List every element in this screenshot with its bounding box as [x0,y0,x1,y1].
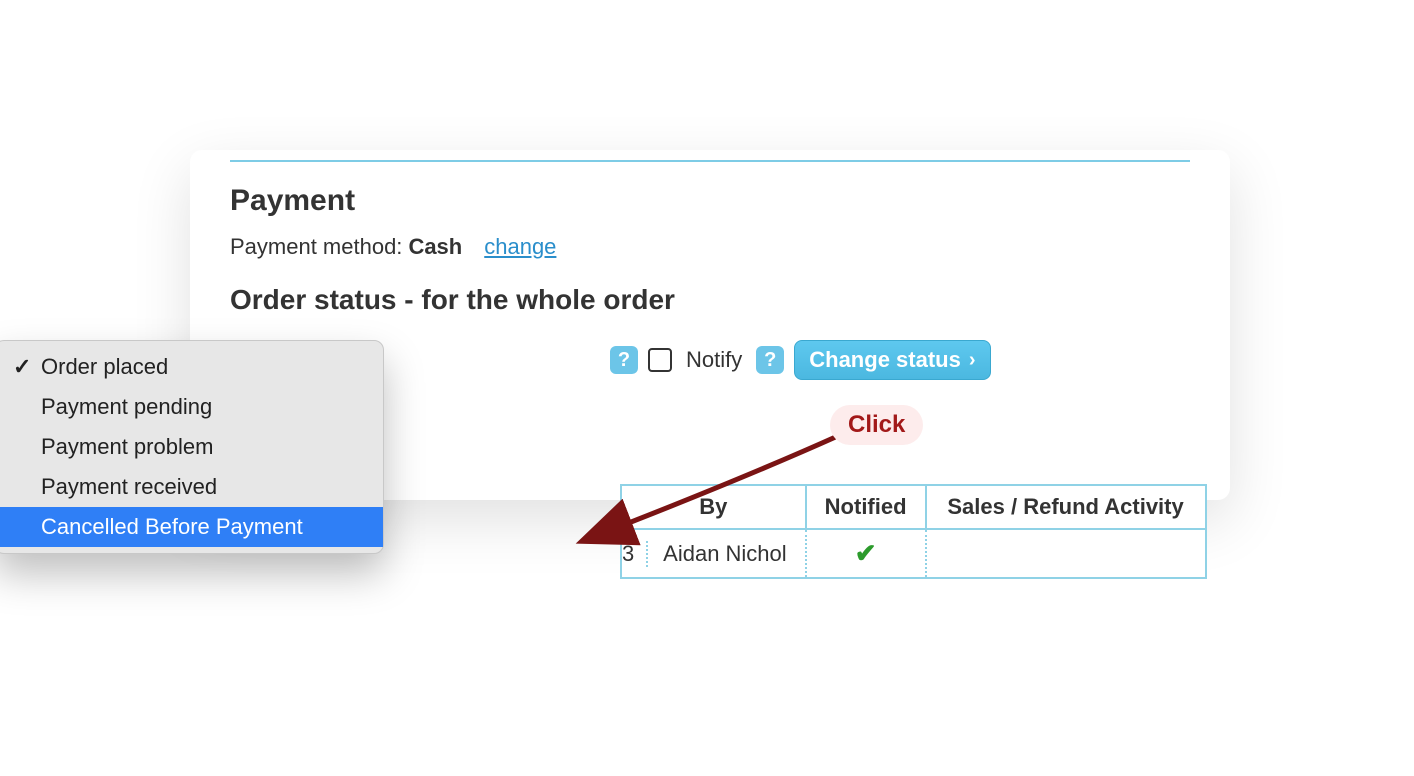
dropdown-item-payment-received[interactable]: Payment received [0,467,383,507]
status-history-table: By Notified Sales / Refund Activity 3 Ai… [620,484,1207,579]
status-dropdown[interactable]: ✓ Order placed Payment pending Payment p… [0,340,384,554]
partial-value: 3 [622,541,648,567]
chevron-right-icon: › [969,349,976,372]
notify-label: Notify [686,347,742,373]
help-icon[interactable]: ? [756,346,784,374]
change-status-button-label: Change status [809,347,961,373]
checkmark-icon: ✔ [825,538,907,569]
status-controls-row: ? Notify ? Change status › [610,340,1190,380]
dropdown-item-label: Order placed [41,354,168,380]
dropdown-item-label: Payment problem [41,434,213,460]
table-cell-by-value: Aidan Nichol [663,541,787,566]
dropdown-item-cancelled-before-payment[interactable]: Cancelled Before Payment [0,507,383,547]
dropdown-item-label: Payment received [41,474,217,500]
check-icon: ✓ [13,354,31,380]
payment-method-label: Payment method: [230,234,402,260]
table-header-row: By Notified Sales / Refund Activity [621,485,1206,529]
dropdown-item-order-placed[interactable]: ✓ Order placed [0,347,383,387]
table-cell-notified: ✔ [806,529,926,578]
table-header-by: By [621,485,806,529]
payment-method-value: Cash [408,234,462,260]
table-row: 3 Aidan Nichol ✔ [621,529,1206,578]
table-cell-activity [926,529,1206,578]
table-header-activity: Sales / Refund Activity [926,485,1206,529]
table-header-notified: Notified [806,485,926,529]
dropdown-item-payment-pending[interactable]: Payment pending [0,387,383,427]
notify-checkbox[interactable] [648,348,672,372]
change-status-button[interactable]: Change status › [794,340,990,380]
change-payment-link[interactable]: change [484,234,556,260]
payment-method-row: Payment method: Cash change [230,234,1190,260]
dropdown-item-payment-problem[interactable]: Payment problem [0,427,383,467]
dropdown-item-label: Payment pending [41,394,212,420]
order-status-subtitle: Order status - for the whole order [230,284,1190,316]
click-annotation: Click [830,405,923,445]
help-icon[interactable]: ? [610,346,638,374]
section-title: Payment [230,184,1190,218]
table-cell-by: 3 Aidan Nichol [621,529,806,578]
dropdown-item-label: Cancelled Before Payment [41,514,303,540]
status-history-table-wrap: By Notified Sales / Refund Activity 3 Ai… [620,484,1207,579]
